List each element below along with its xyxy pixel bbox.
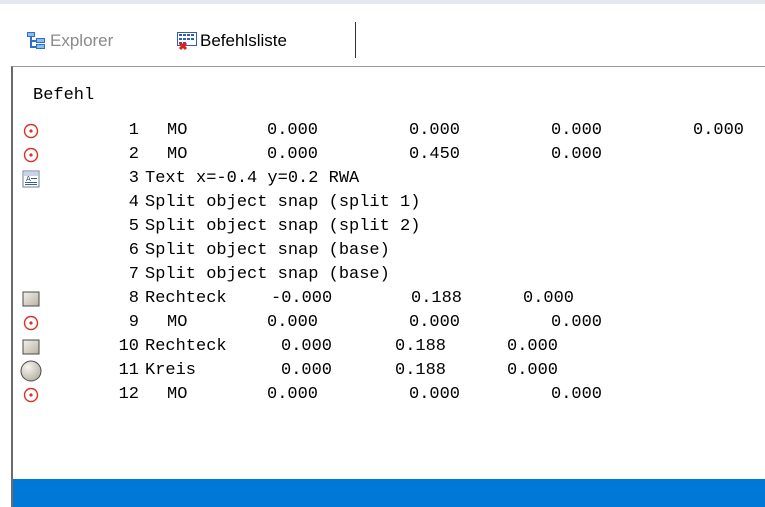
row-command: Rechteck: [145, 337, 227, 356]
row-value: -0.000: [271, 289, 333, 308]
list-item[interactable]: A 3 Text x=-0.4 y=0.2 RWA: [13, 167, 765, 191]
list-item[interactable]: 6 Split object snap (base): [13, 239, 765, 263]
target-icon: [21, 313, 41, 333]
row-number: 8: [128, 289, 139, 308]
command-list-icon: [176, 31, 197, 51]
circle-icon: [20, 360, 42, 382]
row-command: Text x=-0.4 y=0.2 RWA: [145, 169, 360, 188]
row-value: 0.000: [409, 385, 461, 404]
row-value: 0.188: [395, 361, 447, 380]
row-number: 7: [128, 265, 139, 284]
tab-strip: Explorer Befehlsliste: [0, 0, 765, 66]
row-command: Rechteck: [145, 289, 227, 308]
row-number: 12: [118, 385, 139, 404]
row-value: 0.000: [551, 145, 603, 164]
list-item[interactable]: 8 Rechteck -0.000 0.188 0.000: [13, 287, 765, 311]
command-list-window: Explorer Befehlsliste Befehl 1 MO 0.000 …: [0, 0, 765, 507]
row-number: 5: [128, 217, 139, 236]
list-item[interactable]: 7 Split object snap (base): [13, 263, 765, 287]
list-item[interactable]: 2 MO 0.000 0.450 0.000: [13, 143, 765, 167]
row-value: 0.000: [267, 313, 319, 332]
tab-befehlsliste[interactable]: Befehlsliste: [176, 26, 287, 56]
target-icon: [21, 121, 41, 141]
tab-befehlsliste-label: Befehlsliste: [200, 31, 287, 50]
list-item[interactable]: 12 MO 0.000 0.000 0.000: [13, 383, 765, 407]
list-item[interactable]: 11 Kreis 0.000 0.188 0.000: [13, 359, 765, 383]
rectangle-icon: [21, 289, 41, 309]
selected-row[interactable]: [13, 479, 765, 507]
row-value: 0.000: [267, 121, 319, 140]
row-value: 0.450: [409, 145, 461, 164]
target-icon: [21, 385, 41, 405]
row-command: Split object snap (split 1): [145, 193, 421, 212]
row-number: 9: [128, 313, 139, 332]
row-value: 0.000: [551, 385, 603, 404]
row-command: Split object snap (split 2): [145, 217, 421, 236]
row-command: MO: [167, 313, 188, 332]
tab-explorer-label: Explorer: [50, 31, 114, 50]
list-item[interactable]: 5 Split object snap (split 2): [13, 215, 765, 239]
row-number: 3: [128, 169, 139, 188]
target-icon: [21, 145, 41, 165]
column-header-befehl[interactable]: Befehl: [33, 86, 94, 105]
tab-divider: [355, 22, 356, 58]
row-value: 0.000: [281, 361, 333, 380]
row-value: 0.188: [395, 337, 447, 356]
list-item[interactable]: 4 Split object snap (split 1): [13, 191, 765, 215]
row-number: 1: [128, 121, 139, 140]
text-icon: A: [21, 169, 41, 189]
row-value: 0.000: [523, 289, 575, 308]
row-value: 0.000: [551, 121, 603, 140]
row-value: 0.000: [409, 121, 461, 140]
row-command: Kreis: [145, 361, 197, 380]
list-item[interactable]: 10 Rechteck 0.000 0.188 0.000: [13, 335, 765, 359]
row-value: 0.188: [411, 289, 463, 308]
row-value: 0.000: [267, 145, 319, 164]
row-value: 0.000: [281, 337, 333, 356]
window-top-border: [0, 0, 765, 4]
row-value: 0.000: [409, 313, 461, 332]
row-command: Split object snap (base): [145, 241, 390, 260]
row-value: 0.000: [267, 385, 319, 404]
row-value: 0.000: [507, 361, 559, 380]
row-number: 2: [128, 145, 139, 164]
row-value: 0.000: [693, 121, 745, 140]
list-item[interactable]: 1 MO 0.000 0.000 0.000 0.000: [13, 119, 765, 143]
row-number: 11: [118, 361, 139, 380]
row-command: Split object snap (base): [145, 265, 390, 284]
row-command: MO: [167, 121, 188, 140]
svg-text:A: A: [26, 175, 31, 183]
row-command: MO: [167, 145, 188, 164]
row-command: MO: [167, 385, 188, 404]
row-number: 4: [128, 193, 139, 212]
tab-explorer[interactable]: Explorer: [26, 26, 113, 56]
rectangle-icon: [21, 337, 41, 357]
row-value: 0.000: [507, 337, 559, 356]
row-value: 0.000: [551, 313, 603, 332]
row-number: 6: [128, 241, 139, 260]
explorer-tree-icon: [26, 31, 46, 51]
list-item[interactable]: 9 MO 0.000 0.000 0.000: [13, 311, 765, 335]
row-number: 10: [118, 337, 139, 356]
command-list-panel[interactable]: Befehl 1 MO 0.000 0.000 0.000 0.000 2 MO…: [11, 66, 765, 507]
